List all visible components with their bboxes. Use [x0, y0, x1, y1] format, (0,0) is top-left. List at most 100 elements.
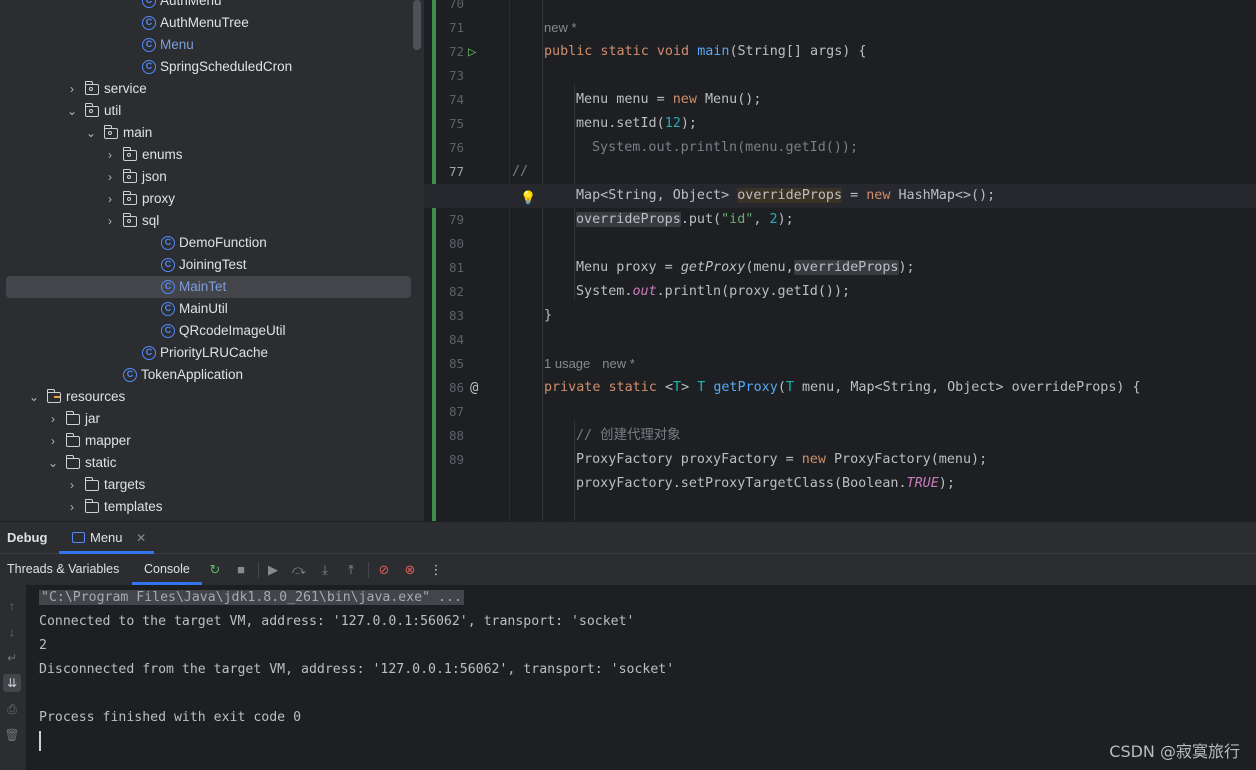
soft-wrap-icon[interactable]: ↵ [3, 649, 21, 667]
chevron-right-icon[interactable]: › [104, 188, 116, 210]
tree-item[interactable]: › service [0, 78, 424, 100]
chevron-down-icon[interactable]: ⌄ [66, 100, 78, 122]
implementation-at-icon[interactable]: @ [470, 376, 478, 400]
step-over-icon[interactable]: ⤼ [290, 561, 308, 579]
chevron-right-icon[interactable]: › [104, 166, 116, 188]
code-line-81[interactable]: System.out.println(proxy.getId()); [424, 280, 1256, 304]
tree-item[interactable]: C Menu [0, 34, 424, 56]
debug-subtabs: Threads & Variables Console ↻ ■ ▶ ⤼ ⤓ ⤒ … [0, 554, 1256, 585]
code-line-78[interactable]: overrideProps.put("id", 2); [424, 208, 1256, 232]
tree-item[interactable]: › proxy [0, 188, 424, 210]
text-caret [39, 731, 41, 751]
package-icon [122, 191, 137, 205]
tree-item[interactable]: C QRcodeImageUtil [0, 320, 424, 342]
code-line-88[interactable]: proxyFactory.setProxyTargetClass(Boolean… [424, 472, 1256, 496]
code-line-71[interactable]: ▷ public static void main(String[] args)… [424, 40, 1256, 64]
tree-item[interactable]: › jar [0, 408, 424, 430]
class-icon: C [142, 60, 156, 74]
tree-item[interactable]: C AuthMenu [0, 0, 424, 12]
code-line-87[interactable]: ProxyFactory proxyFactory = new ProxyFac… [424, 448, 1256, 472]
tree-item[interactable]: C MainUtil [0, 298, 424, 320]
code-line-77[interactable]: 💡 Map<String, Object> overrideProps = ne… [424, 184, 1256, 208]
code-editor[interactable]: 7071727374757677787980818283848586878889… [424, 0, 1256, 521]
tree-item[interactable]: C JoiningTest [0, 254, 424, 276]
print-icon[interactable]: ⎙ [3, 700, 21, 718]
tree-item[interactable]: C AuthMenuTree [0, 12, 424, 34]
tree-item[interactable]: C TokenApplication [0, 364, 424, 386]
tab-threads-variables[interactable]: Threads & Variables [7, 554, 119, 585]
scroll-to-end-icon[interactable]: ⇊ [3, 674, 21, 692]
tree-item-label: templates [104, 499, 163, 514]
tree-item-label: JoiningTest [179, 257, 247, 272]
tree-item[interactable]: › json [0, 166, 424, 188]
chevron-right-icon[interactable]: › [47, 408, 59, 430]
chevron-right-icon[interactable]: › [104, 144, 116, 166]
code-line-84[interactable]: @ private static <T> T getProxy(T menu, … [424, 376, 1256, 400]
class-icon: C [161, 280, 175, 294]
stop-icon[interactable]: ■ [232, 561, 250, 579]
tree-item[interactable]: ⌄ main [0, 122, 424, 144]
folder-icon [65, 433, 80, 447]
tree-item[interactable]: › enums [0, 144, 424, 166]
console-output[interactable]: "C:\Program Files\Java\jdk1.8.0_261\bin\… [26, 585, 1256, 770]
tab-run-menu[interactable]: Menu ✕ [72, 522, 146, 554]
tree-item-label: util [104, 103, 122, 118]
chevron-right-icon[interactable]: › [66, 474, 78, 496]
more-icon[interactable]: ⋮ [427, 561, 445, 579]
chevron-right-icon[interactable]: › [66, 496, 78, 518]
step-out-icon[interactable]: ⤒ [342, 561, 360, 579]
folder-icon [65, 411, 80, 425]
close-icon[interactable]: ✕ [136, 531, 146, 545]
tree-item-label: Menu [160, 37, 194, 52]
trash-icon[interactable]: 🗑 [3, 726, 21, 744]
class-icon: C [161, 302, 175, 316]
tree-item-label: service [104, 81, 147, 96]
code-line-86[interactable]: // 创建代理对象 [424, 424, 1256, 448]
class-icon: C [161, 258, 175, 272]
chevron-right-icon[interactable]: › [104, 210, 116, 232]
chevron-down-icon[interactable]: ⌄ [85, 122, 97, 144]
tree-item-label: PriorityLRUCache [160, 345, 269, 360]
usage-hint[interactable]: 1 usage new * [544, 352, 635, 376]
code-line-73[interactable]: Menu menu = new Menu(); [424, 88, 1256, 112]
mute-breakpoints-icon[interactable]: ⊗ [401, 561, 419, 579]
tree-item[interactable]: C DemoFunction [0, 232, 424, 254]
rerun-icon[interactable]: ↻ [206, 561, 224, 579]
code-line-74[interactable]: menu.setId(12); [424, 112, 1256, 136]
tree-scrollbar[interactable] [413, 0, 421, 50]
tree-item[interactable]: C MainTet [0, 276, 424, 298]
up-arrow-icon[interactable]: ↑ [3, 597, 21, 615]
tree-item-label: AuthMenuTree [160, 15, 249, 30]
tree-item[interactable]: › targets [0, 474, 424, 496]
author-hint[interactable]: new * [544, 16, 577, 40]
tree-item[interactable]: C PriorityLRUCache [0, 342, 424, 364]
console-line: Connected to the target VM, address: '12… [39, 614, 635, 629]
tree-item[interactable]: › sql [0, 210, 424, 232]
tree-item[interactable]: C SpringScheduledCron [0, 56, 424, 78]
project-tree[interactable]: C AuthMenu C AuthMenuTree C Menu C SpringSchedu… [0, 0, 424, 521]
tree-item[interactable]: ⌄ static [0, 452, 424, 474]
class-icon: C [142, 16, 156, 30]
code-line-80[interactable]: Menu proxy = getProxy(menu,overrideProps… [424, 256, 1256, 280]
tree-item-label: sql [142, 213, 160, 228]
view-breakpoints-icon[interactable]: ⊘ [375, 561, 393, 579]
chevron-down-icon[interactable]: ⌄ [47, 452, 59, 474]
chevron-down-icon[interactable]: ⌄ [28, 386, 40, 408]
tree-item-label: main [123, 125, 153, 140]
tab-console[interactable]: Console [144, 554, 190, 585]
tree-item[interactable]: ⌄ util [0, 100, 424, 122]
tree-item[interactable]: › mapper [0, 430, 424, 452]
chevron-right-icon[interactable]: › [66, 78, 78, 100]
code-line-75[interactable]: // System.out.println(menu.getId()); [424, 136, 1256, 179]
resume-icon[interactable]: ▶ [264, 561, 282, 579]
code-line-82[interactable]: } [424, 304, 1256, 328]
tree-item-label: AuthMenu [160, 0, 222, 8]
tree-item[interactable]: ⌄ resources [0, 386, 424, 408]
debug-title: Debug [7, 530, 48, 545]
run-gutter-icon[interactable]: ▷ [468, 40, 482, 64]
debug-tab-bar: Debug Menu ✕ [0, 522, 1256, 554]
chevron-right-icon[interactable]: › [47, 430, 59, 452]
tree-item[interactable]: › templates [0, 496, 424, 518]
step-into-icon[interactable]: ⤓ [316, 561, 334, 579]
down-arrow-icon[interactable]: ↓ [3, 623, 21, 641]
